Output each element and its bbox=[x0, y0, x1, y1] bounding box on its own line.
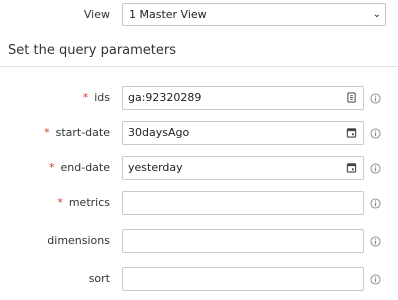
required-marker: * bbox=[49, 161, 55, 174]
ids-info-icon[interactable] bbox=[370, 93, 381, 104]
dimensions-info-icon[interactable] bbox=[370, 236, 381, 247]
calendar-icon[interactable] bbox=[346, 162, 357, 173]
section-divider bbox=[0, 66, 398, 67]
sort-input[interactable] bbox=[122, 267, 364, 291]
view-select[interactable]: 1 Master View ⌄ bbox=[122, 3, 386, 26]
required-marker: * bbox=[57, 196, 63, 209]
section-title: Set the query parameters bbox=[8, 43, 177, 58]
metrics-label: * metrics bbox=[57, 196, 110, 209]
sort-label: sort bbox=[88, 272, 110, 285]
start-date-label: * start-date bbox=[44, 126, 110, 139]
end-date-input[interactable]: yesterday bbox=[122, 156, 364, 180]
view-label: View bbox=[83, 8, 110, 21]
calendar-icon[interactable] bbox=[346, 127, 357, 138]
sort-info-icon[interactable] bbox=[370, 274, 381, 285]
dimensions-input[interactable] bbox=[122, 229, 364, 253]
required-marker: * bbox=[82, 91, 89, 104]
metrics-info-icon[interactable] bbox=[370, 198, 381, 209]
start-date-input[interactable]: 30daysAgo bbox=[122, 121, 364, 145]
metrics-input[interactable] bbox=[122, 191, 364, 215]
start-date-value: 30daysAgo bbox=[128, 126, 190, 139]
end-date-value: yesterday bbox=[128, 161, 183, 174]
view-selected-value: 1 Master View bbox=[129, 8, 207, 21]
start-date-info-icon[interactable] bbox=[370, 128, 381, 139]
required-marker: * bbox=[44, 126, 50, 139]
contact-card-icon[interactable] bbox=[346, 92, 357, 103]
end-date-info-icon[interactable] bbox=[370, 163, 381, 174]
end-date-label: * end-date bbox=[49, 161, 110, 174]
ids-label: * ids bbox=[82, 91, 110, 104]
dimensions-label: dimensions bbox=[47, 234, 110, 247]
ids-value: ga:92320289 bbox=[128, 91, 202, 104]
ids-input[interactable]: ga:92320289 bbox=[122, 86, 364, 110]
chevron-down-icon: ⌄ bbox=[372, 9, 381, 20]
